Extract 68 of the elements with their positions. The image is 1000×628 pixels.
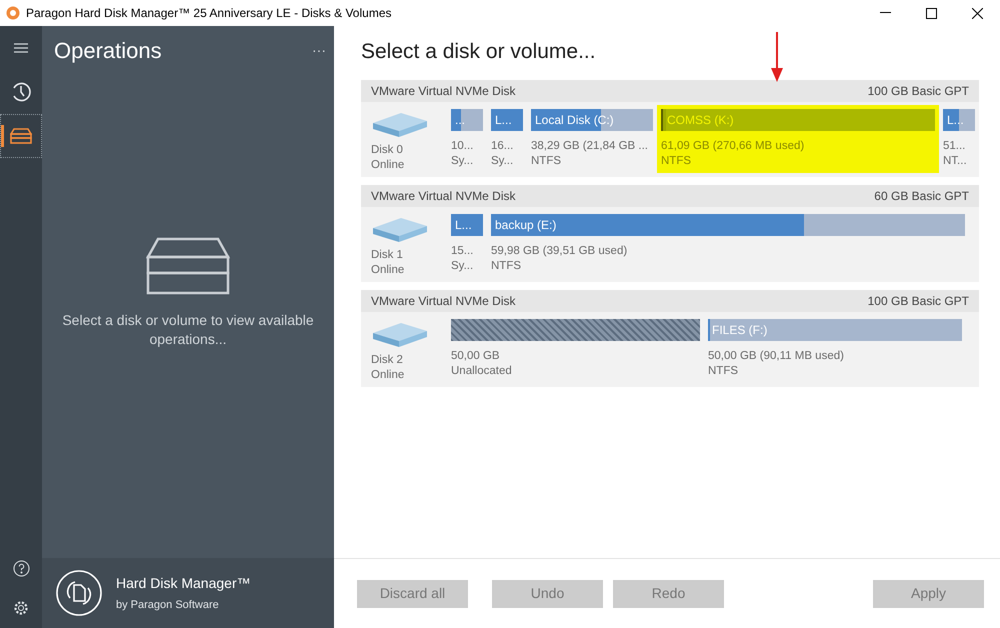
disk-name: Disk 0 [371, 142, 404, 158]
page-heading: Select a disk or volume... [361, 39, 596, 65]
disk-model: VMware Virtual NVMe Disk [371, 292, 516, 310]
partition-size: 59,98 GB (39,51 GB used) [491, 244, 628, 258]
close-icon [972, 8, 982, 18]
partition-size: 61,09 GB (270,66 MB used) [661, 138, 806, 154]
disk-status: Online [371, 262, 406, 278]
disk-card[interactable]: VMware Virtual NVMe Disk 100 GB Basic GPT Disk 2 Online 50,00 GB Unallocated FILES (F:) 50,00 GB (90,11 MB used) NTFS [361, 290, 979, 386]
disk-card[interactable]: VMware Virtual NVMe Disk 60 GB Basic GPT Disk 1 Online L... 15... Sy... backup (E:) 59,98 GB (39,51 GB used) NTFS [361, 184, 979, 282]
partition-bar[interactable]: L... [451, 214, 483, 236]
partition-bar[interactable]: ... [451, 108, 483, 130]
panel-title: Operations [54, 37, 162, 65]
partition-type: NTFS [531, 154, 562, 168]
disk-status: Online [371, 368, 406, 382]
window-title: Paragon Hard Disk Manager™ 25 Anniversary LE - Disks & Volumes [26, 5, 392, 22]
more-button[interactable]: ··· [312, 40, 326, 61]
app-logo-icon [6, 6, 20, 20]
partition-type: Sy... [491, 154, 514, 168]
partition-type: NT... [943, 154, 968, 168]
partition-item[interactable]: backup (E:) 59,98 GB (39,51 GB used) NTFS [487, 210, 969, 278]
partition-item[interactable]: 50,00 GB Unallocated [447, 314, 704, 382]
partition-type: NTFS [491, 258, 522, 274]
partition-type: NTFS [661, 154, 692, 168]
disk-drive-icon [371, 110, 429, 138]
partition-bar[interactable]: backup (E:) [491, 214, 965, 236]
disk-drive-icon [371, 216, 429, 244]
settings-icon [13, 600, 29, 616]
product-vendor: by Paragon Software [116, 598, 220, 613]
disk-stack-icon [146, 236, 230, 294]
sync-document-icon [56, 570, 102, 616]
partition-item[interactable]: FILES (F:) 50,00 GB (90,11 MB used) NTFS [704, 314, 966, 382]
partition-item[interactable]: L... 51... NT... [939, 104, 979, 172]
partition-size: 50,00 GB [451, 348, 501, 364]
disk-summary: 100 GB Basic GPT [868, 82, 969, 100]
partition-size: 51... [943, 138, 966, 154]
disk-name: Disk 2 [371, 352, 404, 368]
unallocated-bar[interactable] [451, 318, 700, 340]
partition-size: 15... [451, 244, 474, 258]
partition-bar[interactable]: L... [491, 108, 523, 130]
disk-name: Disk 1 [371, 248, 404, 262]
disk-stack-icon [10, 128, 32, 144]
partition-size: 38,29 GB (21,84 GB ... [531, 138, 649, 154]
disk-drive-icon [371, 320, 429, 348]
partition-item[interactable]: L... 15... Sy... [447, 210, 487, 278]
disk-model: VMware Virtual NVMe Disk [371, 188, 516, 204]
product-name: Hard Disk Manager™ [116, 574, 251, 593]
partition-item[interactable]: ... 10... Sy... [447, 104, 487, 172]
empty-state-message: Select a disk or volume to view available operations... [61, 310, 315, 348]
disk-status: Online [371, 158, 406, 172]
partition-type: Sy... [451, 258, 474, 274]
help-icon [12, 560, 30, 576]
partition-size: 10... [451, 138, 474, 154]
disk-summary: 100 GB Basic GPT [868, 292, 969, 310]
disk-model: VMware Virtual NVMe Disk [371, 82, 516, 100]
partition-item[interactable]: L... 16... Sy... [487, 104, 527, 172]
maximize-icon [926, 8, 936, 18]
partition-type: Unallocated [451, 364, 513, 378]
menu-icon [14, 43, 28, 53]
partition-bar[interactable]: FILES (F:) [708, 318, 962, 340]
partition-size: 16... [491, 138, 514, 154]
pointer-arrow [771, 32, 783, 82]
partition-item[interactable]: COMSS (K:) 61,09 GB (270,66 MB used) NTFS [657, 104, 939, 172]
partition-type: NTFS [708, 364, 740, 378]
disk-summary: 60 GB Basic GPT [874, 188, 969, 204]
minimize-icon [880, 12, 890, 14]
partition-type: Sy... [451, 154, 474, 168]
partition-size: 50,00 GB (90,11 MB used) [708, 348, 845, 364]
partition-bar[interactable]: L... [943, 108, 975, 130]
